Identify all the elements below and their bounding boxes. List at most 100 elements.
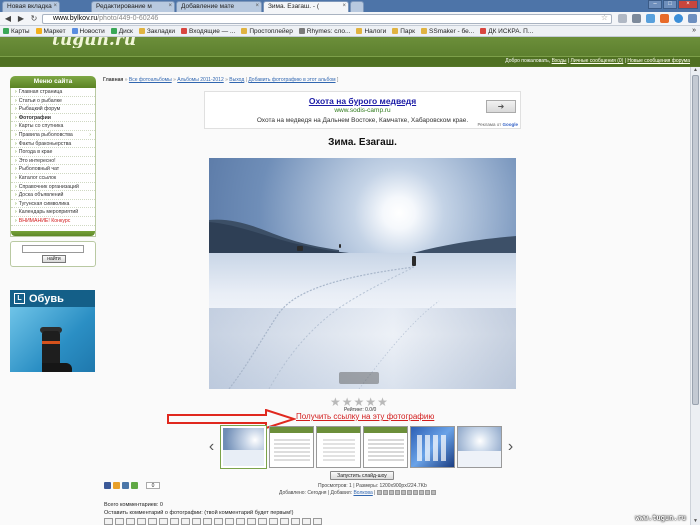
sidebar-item-interesting[interactable]: Это интересно!: [11, 157, 95, 166]
format-icon[interactable]: [269, 518, 278, 525]
new-forum-posts-link[interactable]: Новые сообщения форума: [627, 58, 690, 64]
close-window-icon[interactable]: ×: [678, 0, 698, 9]
carousel-prev-arrow-icon[interactable]: ‹: [205, 436, 218, 458]
sidebar-item-classifieds[interactable]: Доска объявлений: [11, 191, 95, 200]
format-italic-icon[interactable]: [115, 518, 124, 525]
close-tab-icon[interactable]: ×: [53, 3, 57, 9]
close-tab-icon[interactable]: ×: [255, 3, 259, 9]
extension-icon[interactable]: [688, 14, 697, 23]
author-link[interactable]: Волкова: [353, 490, 372, 496]
format-icon[interactable]: [302, 518, 311, 525]
action-icon[interactable]: [424, 490, 430, 496]
sidebar-item-directory[interactable]: Справочник организаций: [11, 183, 95, 192]
action-icon[interactable]: [376, 490, 382, 496]
breadcrumb-all-albums[interactable]: Все фотоальбомы: [129, 77, 172, 83]
thumbnail[interactable]: [457, 426, 502, 468]
bookmark-item[interactable]: Парк: [392, 28, 415, 35]
breadcrumb-exit[interactable]: Выход: [229, 77, 244, 83]
format-icon[interactable]: [225, 518, 234, 525]
main-photo[interactable]: [209, 158, 516, 389]
format-icon[interactable]: [203, 518, 212, 525]
back-arrow-icon[interactable]: ◀: [3, 14, 13, 24]
private-messages-link[interactable]: Личные сообщения (0): [571, 58, 624, 64]
format-icon[interactable]: [214, 518, 223, 525]
thumbnail[interactable]: [410, 426, 455, 468]
photo-overlay-controls[interactable]: [339, 372, 379, 384]
action-icon[interactable]: [382, 490, 388, 496]
new-tab-button[interactable]: [350, 1, 364, 12]
add-photo-link[interactable]: Добавить фотографию в этот альбом: [248, 77, 335, 83]
tab-current-photo[interactable]: Зима. Езагаш. - (×: [263, 1, 349, 12]
scrollbar-thumb[interactable]: [692, 75, 699, 405]
facebook-icon[interactable]: [104, 482, 111, 489]
bookmark-item[interactable]: ДК ИСКРА. П...: [480, 28, 533, 35]
action-icon[interactable]: [406, 490, 412, 496]
sidebar-item-poaching[interactable]: Факты браконьерства: [11, 140, 95, 149]
tab-new-tab[interactable]: Новая вкладка ×: [2, 1, 60, 12]
star-icon[interactable]: ★: [377, 396, 388, 408]
share-icon[interactable]: [131, 482, 138, 489]
action-icon[interactable]: [394, 490, 400, 496]
sidebar-item-home[interactable]: Главная страница: [11, 88, 95, 97]
get-photo-link[interactable]: Получить ссылку на эту фотографию: [296, 412, 434, 421]
skype-icon[interactable]: [674, 14, 683, 23]
bookmark-item[interactable]: Налоги: [356, 28, 386, 35]
search-input[interactable]: [22, 244, 84, 253]
footwear-ad-banner[interactable]: L Обувь: [10, 290, 95, 372]
bookmark-item[interactable]: Новости: [71, 28, 105, 35]
tab-editing[interactable]: Редактирование м ×: [91, 1, 175, 12]
format-underline-icon[interactable]: [126, 518, 135, 525]
action-icon[interactable]: [400, 490, 406, 496]
sidebar-item-calendar[interactable]: Календарь мероприятий: [11, 208, 95, 217]
start-slideshow-button[interactable]: Запустить слайд-шоу: [330, 471, 394, 480]
google-ad-block[interactable]: Охота на бурого медведя www.sodis-camp.r…: [204, 91, 521, 129]
sidebar-item-weather[interactable]: Погода в крае: [11, 148, 95, 157]
ads-by-google[interactable]: Реклама от Google: [477, 122, 518, 127]
reload-icon[interactable]: ↻: [29, 14, 39, 24]
format-icon[interactable]: [137, 518, 146, 525]
format-icon[interactable]: [313, 518, 322, 525]
address-bar[interactable]: www.bylkov.ru/photo/449-0-60246 ☆: [42, 14, 612, 24]
search-button[interactable]: найти: [42, 254, 66, 263]
thumbnail[interactable]: [316, 426, 361, 468]
bookmark-item[interactable]: Простоплейер: [241, 28, 293, 35]
thumbnail[interactable]: [269, 426, 314, 468]
bookmark-item[interactable]: Диск: [110, 28, 133, 35]
forward-arrow-icon[interactable]: ▶: [16, 14, 26, 24]
format-icon[interactable]: [236, 518, 245, 525]
odnoklassniki-icon[interactable]: [113, 482, 120, 489]
bookmark-item[interactable]: SSmaker - бе...: [420, 28, 474, 35]
carousel-next-arrow-icon[interactable]: ›: [504, 436, 517, 458]
format-icon[interactable]: [170, 518, 179, 525]
vk-icon[interactable]: [122, 482, 129, 489]
sidebar-item-rules[interactable]: Правила рыболовства ›: [11, 131, 95, 140]
format-icon[interactable]: [247, 518, 256, 525]
ad-url[interactable]: www.sodis-camp.ru: [205, 107, 520, 114]
bookmark-item[interactable]: Rhymes: сло...: [298, 28, 350, 35]
action-icon[interactable]: [418, 490, 424, 496]
extension-icon[interactable]: [618, 14, 627, 23]
page-scrollbar[interactable]: ▲ ▼: [690, 67, 700, 525]
extension-icon[interactable]: [646, 14, 655, 23]
format-bold-icon[interactable]: [104, 518, 113, 525]
format-icon[interactable]: [148, 518, 157, 525]
close-tab-icon[interactable]: ×: [342, 3, 346, 9]
action-icon[interactable]: [430, 490, 436, 496]
format-icon[interactable]: [159, 518, 168, 525]
ad-link-title[interactable]: Охота на бурого медведя: [205, 96, 520, 106]
bookmark-star-icon[interactable]: ☆: [601, 14, 608, 22]
sidebar-item-links[interactable]: Каталог ссылок: [11, 174, 95, 183]
login-link[interactable]: Входы: [552, 58, 567, 64]
extension-icon[interactable]: [632, 14, 641, 23]
thumbnail[interactable]: [363, 426, 408, 468]
maximize-icon[interactable]: □: [663, 0, 677, 9]
sidebar-item-articles[interactable]: Статьи о рыбалке: [11, 97, 95, 106]
action-icon[interactable]: [412, 490, 418, 496]
format-icon[interactable]: [291, 518, 300, 525]
scroll-up-icon[interactable]: ▲: [692, 67, 699, 74]
bookmark-item[interactable]: Закладки: [138, 28, 175, 35]
breadcrumb-home[interactable]: Главная: [103, 77, 123, 83]
thumbnail[interactable]: [220, 425, 267, 469]
format-icon[interactable]: [280, 518, 289, 525]
tab-adding[interactable]: Добавление мате ×: [176, 1, 262, 12]
